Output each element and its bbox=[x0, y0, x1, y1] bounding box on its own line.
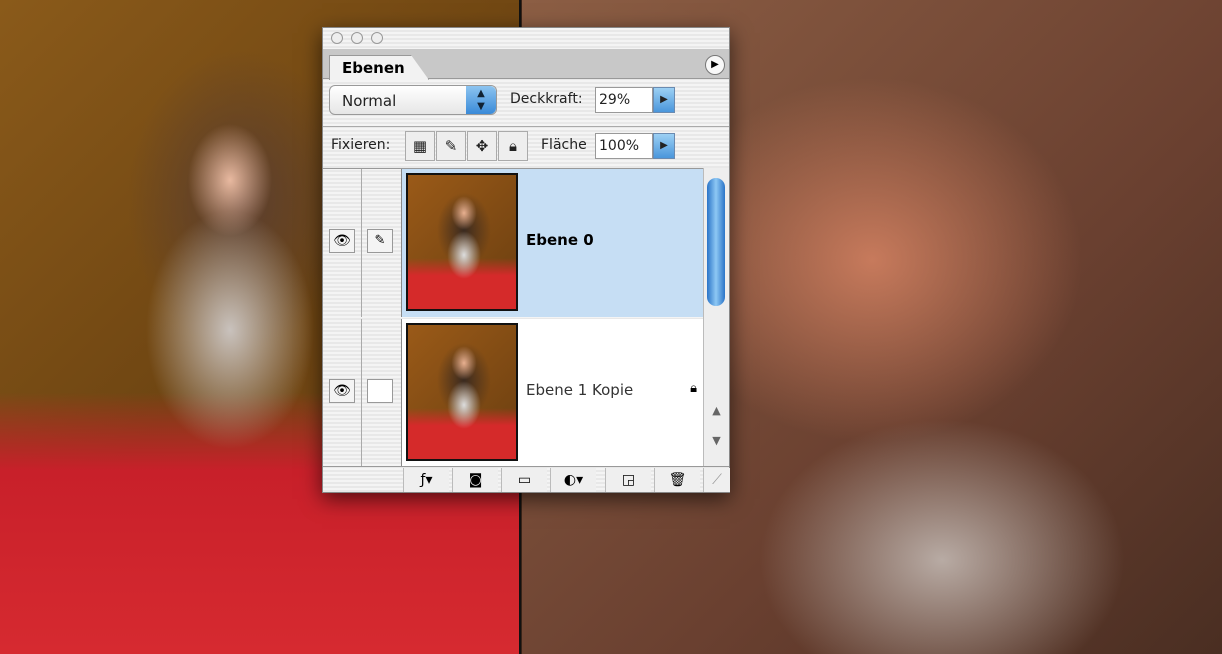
tab-bar: Ebenen ▶ bbox=[323, 49, 729, 80]
scroll-down-arrow-icon[interactable]: ▼ bbox=[704, 434, 729, 447]
resize-grip-icon[interactable]: ⟋ bbox=[703, 468, 730, 492]
layers-palette: Ebenen ▶ Normal ▲ ▼ Deckkraft: 29% ▶ Fixie… bbox=[322, 27, 730, 493]
trash-icon[interactable]: 🗑︎ bbox=[654, 468, 700, 492]
layer-row-ebene-0[interactable]: 👁︎ ✎ Ebene 0 bbox=[323, 169, 703, 317]
close-button[interactable] bbox=[331, 32, 343, 44]
fill-label: Fläche bbox=[541, 137, 587, 153]
opacity-label: Deckkraft: bbox=[510, 91, 583, 107]
add-mask-icon[interactable]: ◙ bbox=[452, 468, 498, 492]
layer-row-ebene-1-kopie[interactable]: 👁︎ Ebene 1 Kopie 🔒︎ bbox=[323, 319, 703, 467]
visibility-eye-icon[interactable]: 👁︎ bbox=[329, 379, 355, 403]
column-divider bbox=[361, 319, 362, 467]
layer-lock-icon: 🔒︎ bbox=[690, 381, 697, 396]
paint-brush-icon[interactable]: ✎ bbox=[367, 229, 393, 253]
new-group-folder-icon[interactable]: ▭ bbox=[501, 468, 547, 492]
link-slot[interactable] bbox=[367, 379, 393, 403]
blend-mode-select[interactable]: Normal ▲ ▼ bbox=[329, 85, 497, 115]
layer-scrollbar[interactable]: ▲ ▼ bbox=[703, 168, 729, 466]
tab-ebenen[interactable]: Ebenen bbox=[329, 55, 429, 80]
minimize-button[interactable] bbox=[351, 32, 363, 44]
lock-all-padlock-icon[interactable]: 🔒︎ bbox=[498, 131, 528, 161]
title-bar[interactable] bbox=[323, 28, 729, 48]
scroll-up-arrow-icon[interactable]: ▲ bbox=[704, 404, 729, 417]
layer-body[interactable]: Ebene 1 Kopie 🔒︎ bbox=[401, 319, 703, 467]
fill-slider-button[interactable]: ▶ bbox=[653, 133, 675, 159]
layer-list: 👁︎ ✎ Ebene 0 👁︎ Ebene 1 Kopie 🔒︎ bbox=[323, 168, 729, 467]
lock-transparency-icon[interactable]: ▦ bbox=[405, 131, 435, 161]
lock-paint-brush-icon[interactable]: ✎ bbox=[436, 131, 466, 161]
opacity-input[interactable]: 29% bbox=[595, 87, 653, 113]
new-layer-icon[interactable]: ◲ bbox=[605, 468, 651, 492]
layer-name: Ebene 1 Kopie bbox=[526, 381, 634, 399]
layer-style-icon[interactable]: ƒ▾ bbox=[403, 468, 449, 492]
opacity-slider-button[interactable]: ▶ bbox=[653, 87, 675, 113]
layer-thumbnail bbox=[406, 323, 518, 461]
lock-row: Fixieren: ▦ ✎ ✥ 🔒︎ Fläche 100% ▶ bbox=[323, 126, 729, 161]
scrollbar-thumb[interactable] bbox=[707, 178, 725, 306]
layer-name: Ebene 0 bbox=[526, 231, 594, 249]
lock-label: Fixieren: bbox=[331, 137, 391, 153]
palette-bottom-bar: ƒ▾ ◙ ▭ ◐▾ ◲ 🗑︎ ⟋ bbox=[323, 466, 730, 492]
zoom-button[interactable] bbox=[371, 32, 383, 44]
adjustment-layer-icon[interactable]: ◐▾ bbox=[550, 468, 596, 492]
blend-mode-value: Normal bbox=[342, 92, 397, 110]
palette-menu-button[interactable]: ▶ bbox=[705, 55, 725, 75]
lock-position-move-icon[interactable]: ✥ bbox=[467, 131, 497, 161]
layer-thumbnail bbox=[406, 173, 518, 311]
fill-input[interactable]: 100% bbox=[595, 133, 653, 159]
layer-body[interactable]: Ebene 0 bbox=[401, 169, 703, 317]
blend-row: Normal ▲ ▼ Deckkraft: 29% ▶ bbox=[323, 85, 729, 117]
visibility-eye-icon[interactable]: 👁︎ bbox=[329, 229, 355, 253]
select-arrows-icon: ▲ ▼ bbox=[466, 86, 496, 114]
column-divider bbox=[361, 169, 362, 317]
